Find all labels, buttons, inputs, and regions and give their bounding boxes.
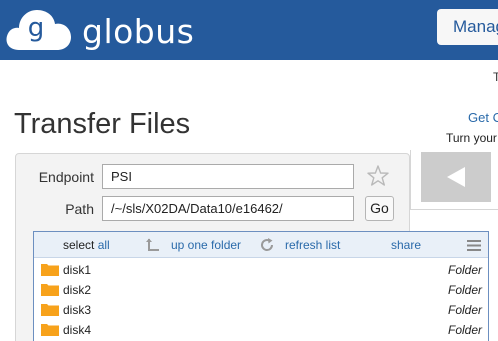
file-type: Folder <box>447 323 482 337</box>
select-prefix: select <box>63 238 98 252</box>
folder-icon <box>41 304 59 316</box>
go-button[interactable]: Go <box>365 196 394 221</box>
top-header: g globus Manag <box>0 0 498 60</box>
share-link[interactable]: share <box>391 238 421 252</box>
bookmark-star-icon[interactable] <box>366 164 390 188</box>
globus-cloud-logo-icon[interactable]: g <box>5 6 73 52</box>
up-one-folder-link[interactable]: up one folder <box>171 238 241 252</box>
header-subtext-fragment: T <box>493 70 498 84</box>
file-type: Folder <box>447 263 482 277</box>
file-type: Folder <box>447 283 482 297</box>
up-folder-arrow-icon[interactable] <box>145 237 161 253</box>
svg-text:g: g <box>28 13 45 43</box>
file-list: select all up one folder refresh list sh… <box>33 231 489 341</box>
globus-transfer-page: g globus Manag T Transfer Files Get C Tu… <box>0 0 498 341</box>
folder-icon <box>41 284 59 296</box>
brand-name[interactable]: globus <box>82 12 194 52</box>
turn-your-text: Turn your <box>446 131 497 145</box>
select-all-link[interactable]: all <box>98 238 110 252</box>
file-type: Folder <box>447 303 482 317</box>
file-name: disk3 <box>63 303 92 317</box>
arrow-left-icon <box>447 167 465 187</box>
file-row[interactable]: disk3 Folder <box>34 300 488 320</box>
file-row[interactable]: disk2 Folder <box>34 280 488 300</box>
page-title: Transfer Files <box>14 108 191 140</box>
folder-icon <box>41 324 59 336</box>
hamburger-menu-icon[interactable] <box>467 240 481 251</box>
endpoint-label: Endpoint <box>38 169 94 185</box>
endpoint-input[interactable]: PSI <box>102 164 354 189</box>
path-input[interactable]: /~/sls/X02DA/Data10/e16462/ <box>102 196 354 221</box>
get-connect-link[interactable]: Get C <box>468 110 498 125</box>
select-all[interactable]: select all <box>63 238 110 252</box>
transfer-left-button[interactable] <box>421 152 491 202</box>
path-label: Path <box>65 201 94 217</box>
folder-icon <box>41 264 59 276</box>
file-row[interactable]: disk4 Folder <box>34 320 488 340</box>
refresh-list-link[interactable]: refresh list <box>285 238 340 252</box>
file-name: disk1 <box>63 263 92 277</box>
file-name: disk2 <box>63 283 92 297</box>
manage-data-button[interactable]: Manag <box>437 9 498 45</box>
refresh-icon[interactable] <box>259 237 275 253</box>
file-name: disk4 <box>63 323 92 337</box>
file-list-toolbar: select all up one folder refresh list sh… <box>34 232 488 258</box>
file-row[interactable]: disk1 Folder <box>34 260 488 280</box>
